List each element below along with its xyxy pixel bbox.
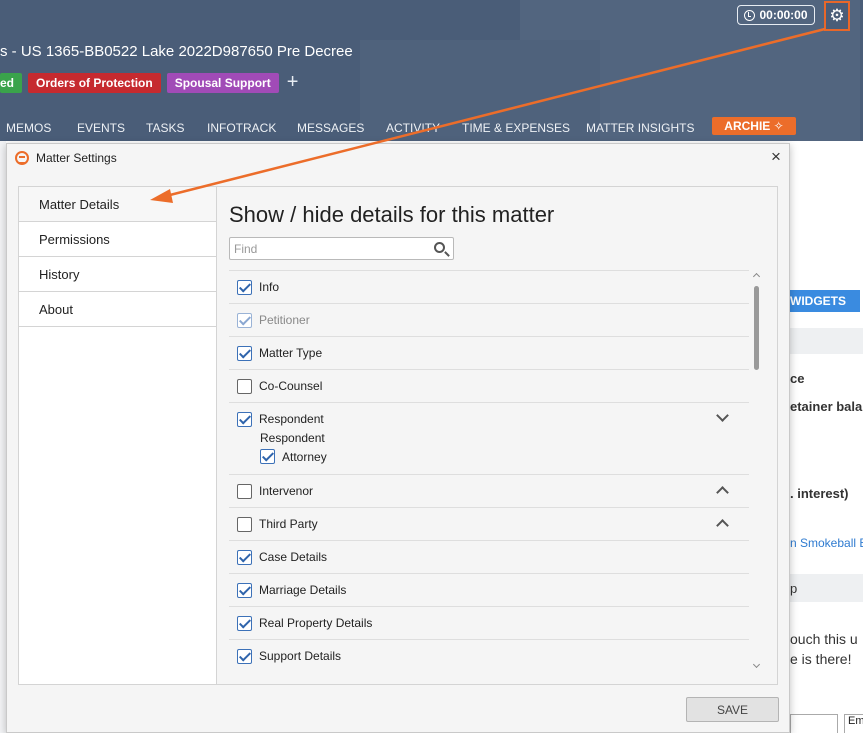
dialog-titlebar: Matter Settings bbox=[15, 151, 117, 165]
tab-tasks[interactable]: TASKS bbox=[146, 121, 184, 135]
list-item: Co-Counsel bbox=[229, 369, 749, 402]
scrollbar-thumb[interactable] bbox=[754, 286, 759, 370]
add-tag-button[interactable]: + bbox=[287, 71, 299, 94]
intervenor-checkbox[interactable] bbox=[237, 483, 252, 499]
tab-memos[interactable]: MEMOS bbox=[6, 121, 51, 135]
timer-button[interactable]: 00:00:00 bbox=[737, 5, 815, 25]
item-label: Info bbox=[259, 280, 280, 294]
save-button[interactable]: SAVE bbox=[686, 697, 779, 722]
item-label: Real Property Details bbox=[259, 616, 373, 630]
page-title: Show / hide details for this matter bbox=[229, 202, 555, 227]
item-label: Support Details bbox=[259, 649, 342, 663]
list-item: Case Details bbox=[229, 540, 749, 573]
details-list: Info Petitioner Matter Type Co-Counsel R… bbox=[229, 270, 749, 684]
attorney-checkbox[interactable] bbox=[260, 449, 275, 464]
tab-time-expenses[interactable]: TIME & EXPENSES bbox=[462, 121, 570, 135]
list-item: Third Party bbox=[229, 507, 749, 540]
subgroup-label: Respondent bbox=[260, 431, 325, 445]
dialog-body: Matter Details Permissions History About… bbox=[18, 186, 778, 685]
item-label: Respondent bbox=[259, 412, 324, 426]
tag-green[interactable]: ed bbox=[0, 72, 23, 93]
list-item: Support Details bbox=[229, 639, 749, 672]
app-header: 00:00:00 ⚙ s - US 1365-BB0522 Lake 2022D… bbox=[0, 0, 863, 141]
settings-content: Show / hide details for this matter Info… bbox=[217, 187, 777, 684]
item-label: Intervenor bbox=[259, 484, 314, 498]
list-item: Matter Type bbox=[229, 336, 749, 369]
tag-orders-of-protection[interactable]: Orders of Protection bbox=[28, 72, 161, 93]
background-text: ce bbox=[790, 371, 805, 386]
item-label: Attorney bbox=[282, 449, 327, 464]
respondent-checkbox[interactable] bbox=[237, 411, 252, 427]
list-item: Real Property Details bbox=[229, 606, 749, 639]
scroll-down-icon[interactable] bbox=[752, 660, 761, 669]
list-item: Respondent Respondent Attorney bbox=[229, 402, 749, 474]
gear-icon[interactable]: ⚙ bbox=[824, 1, 850, 31]
tab-infotrack[interactable]: INFOTRACK bbox=[207, 121, 276, 135]
smokeball-logo-icon bbox=[15, 151, 29, 165]
widgets-button[interactable]: WIDGETS bbox=[790, 290, 860, 312]
sidebar-item-matter-details[interactable]: Matter Details bbox=[19, 187, 216, 222]
background-band bbox=[790, 328, 863, 354]
case-details-checkbox[interactable] bbox=[237, 549, 252, 565]
archie-button[interactable]: ARCHIE ✧ bbox=[712, 117, 796, 135]
find-input[interactable] bbox=[230, 238, 425, 259]
item-label: Third Party bbox=[259, 517, 318, 531]
search-icon[interactable] bbox=[434, 242, 445, 253]
tab-events[interactable]: EVENTS bbox=[77, 121, 125, 135]
tab-activity[interactable]: ACTIVITY bbox=[386, 121, 440, 135]
clock-icon bbox=[744, 9, 756, 21]
sidebar-item-history[interactable]: History bbox=[19, 257, 216, 292]
list-item: Intervenor bbox=[229, 474, 749, 507]
support-details-checkbox[interactable] bbox=[237, 648, 252, 664]
tab-messages[interactable]: MESSAGES bbox=[297, 121, 364, 135]
timer-value: 00:00:00 bbox=[759, 8, 808, 22]
info-checkbox[interactable] bbox=[237, 279, 252, 295]
list-item: Marriage Details bbox=[229, 573, 749, 606]
sidebar-item-permissions[interactable]: Permissions bbox=[19, 222, 216, 257]
marriage-details-checkbox[interactable] bbox=[237, 582, 252, 598]
background-select[interactable]: Em bbox=[844, 714, 863, 733]
scrollbar[interactable] bbox=[752, 270, 762, 670]
item-label: Petitioner bbox=[259, 313, 310, 327]
matter-settings-dialog: Matter Settings × Matter Details Permiss… bbox=[6, 143, 790, 733]
item-label: Co-Counsel bbox=[259, 379, 323, 393]
item-label: Case Details bbox=[259, 550, 328, 564]
list-item: Petitioner bbox=[229, 303, 749, 336]
list-item: Info bbox=[229, 270, 749, 303]
close-icon[interactable]: × bbox=[767, 147, 785, 166]
third-party-checkbox[interactable] bbox=[237, 516, 252, 532]
scroll-up-icon[interactable] bbox=[752, 272, 761, 281]
item-label: Marriage Details bbox=[259, 583, 347, 597]
tag-spousal-support[interactable]: Spousal Support bbox=[166, 72, 279, 93]
tab-matter-insights[interactable]: MATTER INSIGHTS bbox=[586, 121, 694, 135]
background-text: etainer bala bbox=[790, 399, 863, 414]
background-page: WIDGETS ce etainer bala . interest) n Sm… bbox=[790, 141, 863, 733]
item-label: Matter Type bbox=[259, 346, 323, 360]
background-text: . interest) bbox=[790, 486, 849, 501]
sidebar-item-about[interactable]: About bbox=[19, 292, 216, 327]
respondent-subgroup: Respondent Attorney bbox=[229, 431, 749, 474]
background-text: e is there! bbox=[790, 651, 852, 667]
matter-tags: ed Orders of Protection Spousal Support … bbox=[0, 71, 298, 94]
matter-type-checkbox[interactable] bbox=[237, 345, 252, 361]
find-field[interactable] bbox=[229, 237, 454, 260]
matter-title: s - US 1365-BB0522 Lake 2022D987650 Pre … bbox=[0, 43, 353, 60]
background-link[interactable]: n Smokeball B bbox=[790, 536, 863, 550]
background-band bbox=[790, 574, 863, 602]
real-property-details-checkbox[interactable] bbox=[237, 615, 252, 631]
co-counsel-checkbox[interactable] bbox=[237, 378, 252, 394]
dialog-title: Matter Settings bbox=[36, 151, 117, 165]
background-text: ouch this u bbox=[790, 631, 858, 647]
settings-sidebar: Matter Details Permissions History About bbox=[19, 187, 217, 684]
background-text: p bbox=[790, 581, 798, 596]
petitioner-checkbox bbox=[237, 312, 252, 328]
background-select[interactable] bbox=[790, 714, 838, 733]
